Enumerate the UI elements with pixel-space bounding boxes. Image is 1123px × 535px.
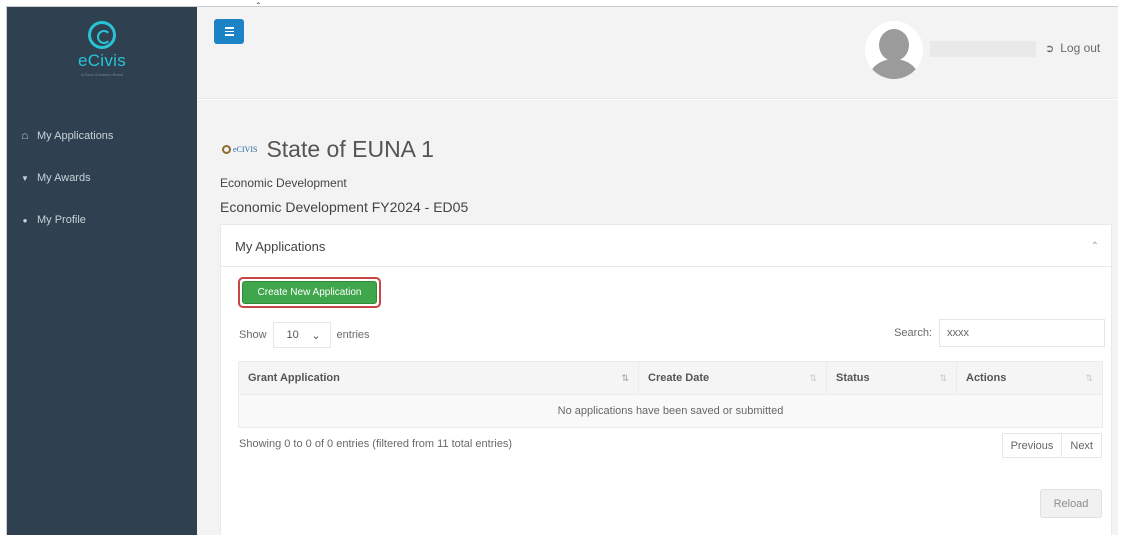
sign-out-icon: ➲ [1045, 42, 1055, 55]
program-name: Economic Development [220, 176, 347, 190]
logo-tagline: A Euna Solutions Brand [80, 72, 124, 77]
org-logo-text: eCIVIS [233, 145, 258, 154]
org-logo: eCIVIS [222, 145, 257, 154]
column-header-actions[interactable]: Actions ⇅ [956, 361, 1103, 395]
sidebar-nav: ☖ My Applications ▼ My Awards ● My Profi… [7, 115, 197, 241]
org-header: eCIVIS State of EUNA 1 [222, 136, 434, 163]
previous-page-button[interactable]: Previous [1001, 433, 1063, 458]
entries-label: entries [336, 329, 370, 341]
sidebar-item-label: My Applications [37, 130, 114, 142]
sort-icon: ⇅ [809, 373, 817, 383]
hamburger-icon[interactable] [214, 19, 244, 44]
home-icon: ☖ [21, 131, 29, 141]
sidebar: eCivis A Euna Solutions Brand ☖ My Appli… [7, 7, 197, 535]
trophy-icon: ▼ [21, 173, 29, 183]
panel-header: My Applications ⌃ [221, 225, 1111, 267]
page-length-value: 10 [286, 329, 299, 341]
reload-button[interactable]: Reload [1040, 489, 1102, 518]
ecivis-logo[interactable]: eCivis A Euna Solutions Brand [7, 21, 197, 83]
logout-label: Log out [1060, 41, 1101, 55]
show-label: Show [239, 329, 267, 341]
avatar[interactable] [865, 21, 923, 79]
sidebar-item-my-awards[interactable]: ▼ My Awards [7, 157, 197, 199]
top-navbar: ➲ Log out [197, 7, 1118, 99]
org-logo-icon [222, 145, 231, 154]
username-redacted [930, 41, 1036, 57]
highlight-outline: Create New Application [238, 277, 381, 308]
applications-panel: My Applications ⌃ Create New Application… [220, 224, 1112, 535]
page-length-control: Show 10 ⌄ entries [239, 322, 370, 348]
sidebar-item-my-profile[interactable]: ● My Profile [7, 199, 197, 241]
sort-icon: ⇅ [939, 373, 947, 383]
sidebar-item-label: My Awards [37, 172, 91, 184]
empty-table-message: No applications have been saved or submi… [238, 394, 1103, 428]
search-control: Search: [894, 319, 1105, 347]
logout-link[interactable]: ➲ Log out [1045, 41, 1100, 55]
create-new-application-button[interactable]: Create New Application [242, 281, 377, 304]
column-header-status[interactable]: Status ⇅ [826, 361, 957, 395]
applications-table: Grant Application ⇅ Create Date ⇅ Status… [238, 361, 1103, 428]
sort-icon: ⇅ [621, 373, 629, 383]
column-header-grant-application[interactable]: Grant Application ⇅ [238, 361, 639, 395]
sidebar-item-label: My Profile [37, 214, 86, 226]
app-window: eCivis A Euna Solutions Brand ☖ My Appli… [6, 6, 1118, 535]
user-icon: ● [22, 215, 28, 225]
table-row: No applications have been saved or submi… [238, 394, 1103, 428]
search-input[interactable] [939, 319, 1105, 347]
next-page-button[interactable]: Next [1062, 433, 1102, 458]
chevron-down-icon: ⌄ [311, 329, 321, 342]
page-length-select[interactable]: 10 ⌄ [272, 322, 331, 348]
chevron-up-icon[interactable]: ⌃ [1091, 241, 1099, 252]
panel-title: My Applications [235, 239, 326, 254]
sidebar-item-my-applications[interactable]: ☖ My Applications [7, 115, 197, 157]
sort-icon: ⇅ [1085, 373, 1093, 383]
ecivis-logo-icon [88, 21, 116, 49]
table-info: Showing 0 to 0 of 0 entries (filtered fr… [239, 438, 513, 450]
opportunity-name: Economic Development FY2024 - ED05 [220, 199, 469, 215]
pagination: Previous Next [1001, 433, 1102, 458]
logo-wordmark: eCivis [77, 51, 127, 70]
search-label: Search: [894, 327, 932, 339]
column-header-create-date[interactable]: Create Date ⇅ [638, 361, 827, 395]
page-title: State of EUNA 1 [266, 136, 434, 162]
main-content: eCIVIS State of EUNA 1 Economic Developm… [197, 100, 1118, 535]
table-header-row: Grant Application ⇅ Create Date ⇅ Status… [238, 361, 1103, 395]
